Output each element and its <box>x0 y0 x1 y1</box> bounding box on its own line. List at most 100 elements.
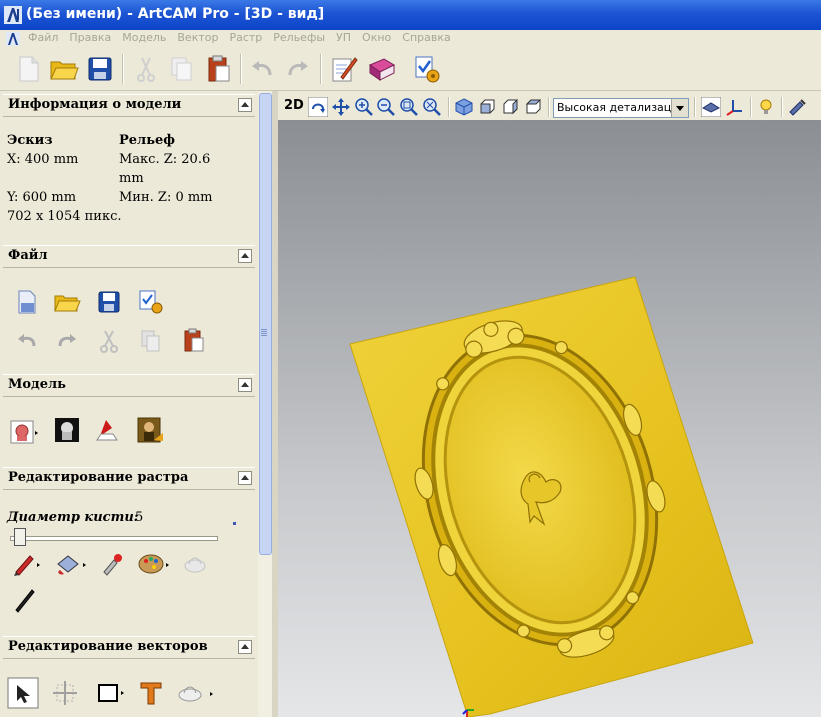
undo-icon[interactable] <box>246 53 278 85</box>
save-model-icon[interactable] <box>95 288 123 316</box>
model-info-header[interactable]: Информация о модели <box>3 94 255 117</box>
text-tool-icon[interactable] <box>137 679 165 707</box>
detail-level-select[interactable]: Высокая детализация <box>553 98 689 118</box>
redo-icon[interactable] <box>282 53 314 85</box>
cut-icon[interactable] <box>95 327 123 355</box>
chevron-down-icon[interactable] <box>671 99 688 117</box>
paint-fill-icon[interactable] <box>54 550 88 578</box>
zoom-in-icon[interactable] <box>354 97 374 117</box>
paint-pen-icon[interactable] <box>10 550 42 578</box>
brush-size-slider-thumb[interactable] <box>14 528 26 546</box>
light-bulb-icon[interactable] <box>756 97 776 117</box>
assistant-panel: Информация о модели Эскиз Рельеф X: 400 … <box>0 91 258 717</box>
document-window-icon[interactable] <box>5 31 21 47</box>
file-section-title: Файл <box>8 248 48 263</box>
color-picker-icon[interactable] <box>98 550 126 578</box>
mona-lisa-relief-icon[interactable] <box>136 416 164 444</box>
help-book-icon[interactable] <box>366 53 398 85</box>
title-bar: (Без имени) - ArtCAM Pro - [3D - вид] <box>0 0 821 30</box>
menu-raster[interactable]: Растр <box>229 31 262 44</box>
vector-shapes-icon[interactable] <box>176 679 216 707</box>
relief-max-z: Макс. Z: 20.6 <box>119 152 211 167</box>
collapse-file-button[interactable] <box>238 249 252 263</box>
relief-min-z: Мин. Z: 0 mm <box>119 190 213 205</box>
iso-view-icon[interactable] <box>454 97 474 117</box>
model-pixels: 702 x 1054 пикс. <box>7 209 122 224</box>
view-toolbar-separator <box>448 97 450 117</box>
open-folder-icon[interactable] <box>48 53 80 85</box>
menu-reliefs[interactable]: Рельефы <box>273 31 325 44</box>
model-section-header[interactable]: Модель <box>3 374 255 397</box>
collapse-raster-button[interactable] <box>238 471 252 485</box>
view-toolbar-separator <box>781 97 783 117</box>
scrollbar-thumb[interactable] <box>259 93 272 555</box>
zoom-out-icon[interactable] <box>376 97 396 117</box>
pan-view-icon[interactable] <box>331 97 351 117</box>
collapse-vector-button[interactable] <box>238 640 252 654</box>
material-paint-icon[interactable] <box>787 97 807 117</box>
bitmap-to-relief-icon[interactable] <box>93 416 121 444</box>
brush-diameter-label: Диаметр кисти: <box>7 510 139 525</box>
cut-icon[interactable] <box>130 53 162 85</box>
model-width: X: 400 mm <box>7 152 79 167</box>
brush-color-dot <box>233 522 236 525</box>
save-icon[interactable] <box>84 53 116 85</box>
brush-diameter-value: 5 <box>135 510 144 525</box>
sketch-label: Эскиз <box>7 133 53 148</box>
top-view-icon[interactable] <box>523 97 543 117</box>
shaded-plane-icon[interactable] <box>701 97 721 117</box>
menu-model[interactable]: Модель <box>122 31 166 44</box>
menu-file[interactable]: Файл <box>28 31 58 44</box>
file-section-header[interactable]: Файл <box>3 245 255 268</box>
edit-notes-icon[interactable] <box>327 53 359 85</box>
menu-bar: Файл Правка Модель Вектор Растр Рельефы … <box>0 30 821 48</box>
model-size-icon[interactable] <box>9 418 39 446</box>
zoom-fit-icon[interactable] <box>399 97 419 117</box>
axes-icon[interactable] <box>724 97 744 117</box>
model-wizard-icon[interactable] <box>137 288 165 316</box>
rotate-view-icon[interactable] <box>308 97 328 117</box>
palette-icon[interactable] <box>137 550 171 578</box>
shape-editor-icon[interactable] <box>181 550 209 578</box>
menu-window[interactable]: Окно <box>362 31 391 44</box>
menu-edit[interactable]: Правка <box>69 31 111 44</box>
select-arrow-icon[interactable] <box>7 677 39 709</box>
toolbar-separator <box>240 54 242 84</box>
redo-icon[interactable] <box>53 327 81 355</box>
copy-icon[interactable] <box>137 327 165 355</box>
relief-max-z-unit: mm <box>119 171 144 186</box>
detail-level-value: Высокая детализация <box>557 101 686 114</box>
undo-icon[interactable] <box>13 327 41 355</box>
copy-icon[interactable] <box>165 53 197 85</box>
model-height: Y: 600 mm <box>7 190 77 205</box>
vector-section-header[interactable]: Редактирование векторов <box>3 636 255 659</box>
zoom-window-icon[interactable] <box>422 97 442 117</box>
rectangle-tool-icon[interactable] <box>95 679 127 707</box>
menu-help[interactable]: Справка <box>402 31 450 44</box>
relief-scene <box>349 276 754 717</box>
main-toolbar <box>0 48 821 91</box>
side-view-icon[interactable] <box>500 97 520 117</box>
view-toolbar-separator <box>750 97 752 117</box>
new-file-icon[interactable] <box>12 53 44 85</box>
front-view-icon[interactable] <box>477 97 497 117</box>
grayscale-relief-icon[interactable] <box>53 416 81 444</box>
view-2d-button[interactable]: 2D <box>284 98 304 113</box>
raster-section-header[interactable]: Редактирование растра <box>3 467 255 490</box>
collapse-model-info-button[interactable] <box>238 98 252 112</box>
3d-viewport[interactable] <box>278 120 821 717</box>
open-model-icon[interactable] <box>53 288 81 316</box>
menu-vector[interactable]: Вектор <box>177 31 218 44</box>
brush-size-slider[interactable] <box>10 536 218 541</box>
view-toolbar: 2D Высокая детализация <box>278 94 821 120</box>
transform-nodes-icon[interactable] <box>51 679 79 707</box>
paste-icon[interactable] <box>180 327 208 355</box>
wizard-icon[interactable] <box>410 53 442 85</box>
menu-toolpaths[interactable]: УП <box>336 31 351 44</box>
artcam-logo-icon <box>4 6 22 24</box>
panel-scrollbar[interactable] <box>258 91 272 717</box>
line-pen-icon[interactable] <box>10 586 38 614</box>
collapse-model-button[interactable] <box>238 378 252 392</box>
paste-icon[interactable] <box>202 53 234 85</box>
new-model-icon[interactable] <box>13 288 41 316</box>
